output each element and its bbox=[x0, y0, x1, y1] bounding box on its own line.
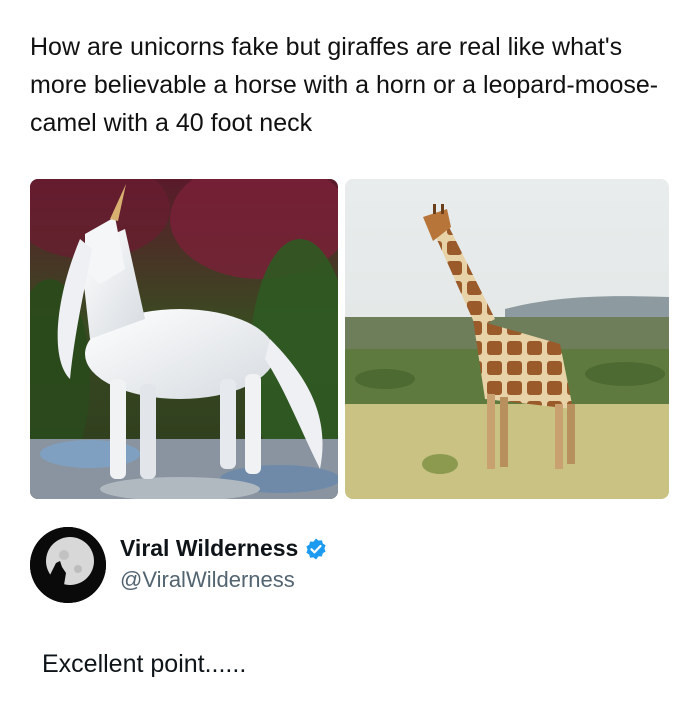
howling-wolf-moon-icon[interactable] bbox=[30, 527, 106, 603]
unicorn-photo[interactable] bbox=[30, 179, 338, 499]
quoted-post-text: How are unicorns fake but giraffes are r… bbox=[30, 33, 659, 137]
reply-text: Excellent point...... bbox=[42, 650, 247, 678]
verified-badge-icon bbox=[304, 537, 328, 561]
author-handle[interactable]: @ViralWilderness bbox=[120, 567, 295, 593]
author-row[interactable]: Viral Wilderness @ViralWilderness bbox=[30, 527, 630, 603]
display-name-text[interactable]: Viral Wilderness bbox=[120, 535, 298, 562]
author-display-name[interactable]: Viral Wilderness bbox=[120, 535, 328, 562]
giraffe-photo[interactable] bbox=[345, 179, 669, 499]
